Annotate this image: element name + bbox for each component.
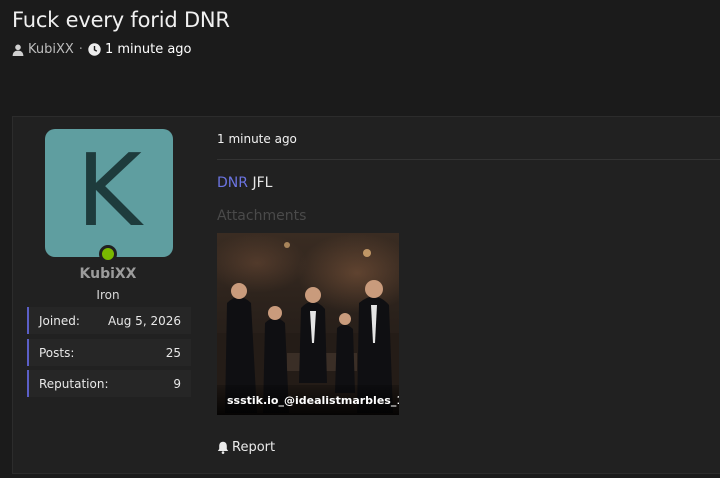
- stat-label: Reputation:: [39, 376, 109, 391]
- attachments-label: Attachments: [217, 208, 307, 224]
- meta-separator: ·: [78, 42, 83, 57]
- post-body-text: JFL: [252, 175, 273, 191]
- clock-icon: [88, 43, 101, 56]
- stat-value: 9: [173, 376, 181, 391]
- thread-author-link[interactable]: KubiXX: [28, 42, 74, 57]
- stat-joined: Joined: Aug 5, 2026: [27, 307, 191, 334]
- post-container: K KubiXX Iron Joined: Aug 5, 2026 Posts:…: [12, 116, 720, 474]
- post-user-cell: K KubiXX Iron Joined: Aug 5, 2026 Posts:…: [13, 117, 203, 473]
- post-body-link[interactable]: DNR: [217, 175, 248, 191]
- user-icon: [12, 44, 24, 56]
- stat-value: Aug 5, 2026: [107, 313, 181, 328]
- stat-value: 25: [165, 345, 181, 360]
- attachment-thumbnail[interactable]: ssstik.io_@idealistmarbles_1...: [217, 233, 399, 415]
- online-status-indicator: [99, 245, 117, 263]
- post-date[interactable]: 1 minute ago: [217, 132, 297, 146]
- post-main-cell: 1 minute ago DNR JFL Attachments ssstik.…: [203, 117, 720, 473]
- stat-label: Joined:: [39, 313, 80, 328]
- user-rank: Iron: [96, 288, 120, 302]
- stat-posts: Posts: 25: [27, 339, 191, 366]
- post-username[interactable]: KubiXX: [13, 266, 203, 282]
- report-label: Report: [232, 440, 276, 455]
- avatar[interactable]: K: [45, 129, 173, 257]
- stat-reputation: Reputation: 9: [27, 370, 191, 397]
- thread-time: 1 minute ago: [104, 42, 192, 57]
- bell-icon: [217, 441, 229, 454]
- attachment-caption: ssstik.io_@idealistmarbles_1...: [217, 385, 399, 415]
- report-button[interactable]: Report: [217, 440, 275, 455]
- stat-label: Posts:: [39, 345, 75, 360]
- post-body: DNR JFL: [217, 175, 272, 191]
- thread-meta: KubiXX · 1 minute ago: [12, 42, 192, 57]
- avatar-letter: K: [76, 132, 142, 249]
- thread-title: Fuck every forid DNR: [12, 8, 230, 32]
- post-divider: [217, 159, 720, 160]
